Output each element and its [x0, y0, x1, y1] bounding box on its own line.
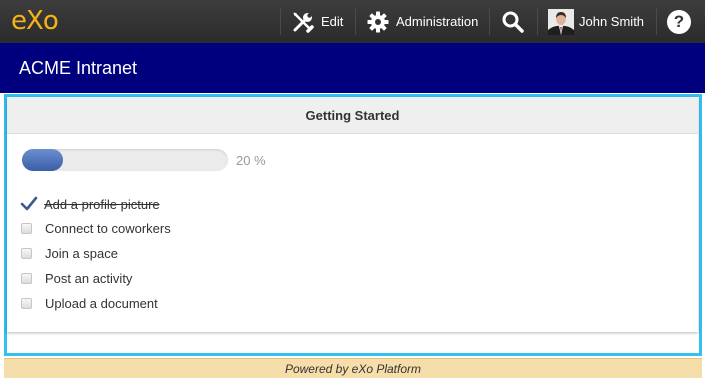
task-label: Upload a document: [45, 295, 158, 311]
toolbar-divider: [355, 8, 356, 35]
toolbar-divider: [280, 8, 281, 35]
logo-letter-e: e: [11, 6, 27, 36]
help-icon: ?: [667, 9, 691, 34]
toolbar-divider: [656, 8, 657, 35]
panel-title: Getting Started: [305, 108, 400, 123]
progress-percent: 20 %: [236, 153, 266, 168]
user-name: John Smith: [579, 14, 645, 29]
user-menu[interactable]: John Smith: [548, 0, 644, 43]
checkbox[interactable]: [21, 272, 32, 284]
footer-bar: Powered by eXo Platform: [4, 358, 702, 378]
help-button[interactable]: ?: [667, 0, 691, 43]
task-upload-a-document[interactable]: Upload a document: [21, 294, 158, 312]
wrench-screwdriver-icon: [293, 12, 314, 33]
task-connect-to-coworkers[interactable]: Connect to coworkers: [21, 219, 171, 237]
checkbox[interactable]: [21, 297, 32, 309]
edit-label: Edit: [321, 14, 344, 29]
footer-powered-by: Powered by eXo Platform: [284, 362, 422, 376]
task-post-an-activity[interactable]: Post an activity: [21, 269, 132, 287]
checkbox[interactable]: [21, 247, 32, 259]
checkmark-icon: [20, 196, 38, 211]
task-add-profile-picture[interactable]: Add a profile picture: [20, 195, 160, 213]
task-label: Add a profile picture: [44, 196, 160, 212]
task-label: Join a space: [45, 245, 118, 261]
exo-logo[interactable]: eXo: [11, 6, 59, 36]
site-title[interactable]: ACME Intranet: [19, 58, 137, 79]
task-label: Connect to coworkers: [45, 220, 171, 236]
edit-button[interactable]: Edit: [291, 0, 343, 43]
search-icon: [502, 11, 524, 33]
site-header-bar: ACME Intranet: [0, 43, 705, 93]
avatar: [548, 8, 574, 35]
top-navigation-bar: eXo Edit Administration John Smith ?: [0, 0, 705, 43]
search-button[interactable]: [501, 0, 525, 43]
toolbar-divider: [489, 8, 490, 35]
administration-label: Administration: [396, 14, 479, 29]
progress-bar-fill: [22, 149, 64, 171]
task-label: Post an activity: [45, 270, 133, 286]
toolbar-divider: [537, 8, 538, 35]
task-join-a-space[interactable]: Join a space: [21, 244, 118, 262]
getting-started-panel: Getting Started 20 % Add a profile pictu…: [7, 97, 698, 332]
gear-icon: [367, 11, 389, 32]
panel-header: Getting Started: [7, 97, 698, 134]
logo-letter-x: X: [26, 6, 44, 36]
checkbox[interactable]: [21, 222, 32, 234]
progress-bar: [22, 149, 228, 171]
administration-button[interactable]: Administration: [367, 0, 478, 43]
logo-letter-o: o: [42, 6, 59, 36]
